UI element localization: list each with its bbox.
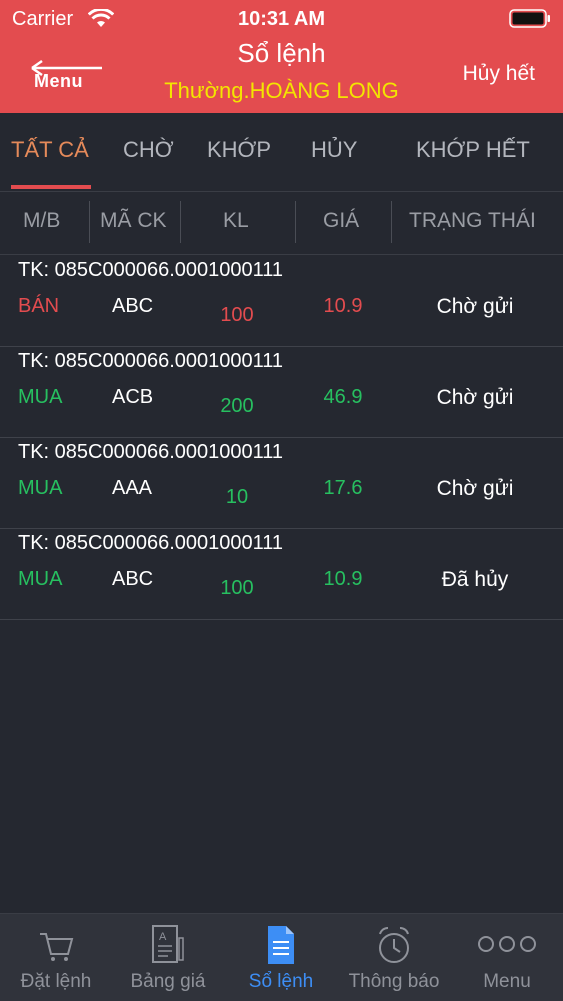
order-account: TK: 085C000066.0001000111 xyxy=(18,259,284,281)
order-row[interactable]: TK: 085C000066.0001000111 MUA AAA 10 17.… xyxy=(0,437,563,529)
filter-tabs: TẤT CẢ CHỜ KHỚP HỦY KHỚP HẾT xyxy=(0,113,563,192)
svg-text:A: A xyxy=(159,931,167,943)
cart-icon xyxy=(40,933,74,961)
tab-fully-matched[interactable]: KHỚP HẾT xyxy=(416,137,530,163)
column-symbol: MÃ CK xyxy=(100,209,167,232)
column-header: M/B MÃ CK KL GIÁ TRẠNG THÁI xyxy=(0,192,563,255)
order-book-icon xyxy=(268,926,294,964)
order-price: 17.6 xyxy=(323,477,363,499)
order-price: 10.9 xyxy=(323,568,363,590)
tabbar-label: Đặt lệnh xyxy=(20,971,92,992)
order-status: Chờ gửi xyxy=(436,386,514,409)
active-tab-indicator xyxy=(11,185,91,189)
column-side: M/B xyxy=(23,209,61,232)
order-side: MUA xyxy=(18,568,63,590)
column-divider xyxy=(391,201,392,243)
column-price: GIÁ xyxy=(323,209,360,232)
tabbar-label: Sổ lệnh xyxy=(248,971,314,992)
bottom-tab-bar: Đặt lệnh A Bảng giá Sổ lệnh Thông báo Me… xyxy=(0,913,563,1001)
tabbar-label: Menu xyxy=(483,971,531,992)
order-status: Chờ gửi xyxy=(436,295,514,318)
order-price: 10.9 xyxy=(323,295,363,317)
order-row[interactable]: TK: 085C000066.0001000111 MUA ACB 200 46… xyxy=(0,346,563,438)
column-quantity: KL xyxy=(223,209,249,232)
tabbar-label: Bảng giá xyxy=(130,971,206,992)
tabbar-place-order[interactable]: Đặt lệnh xyxy=(0,914,112,1001)
order-quantity: 10 xyxy=(225,486,249,508)
tabbar-notifications[interactable]: Thông báo xyxy=(338,914,450,1001)
column-status: TRẠNG THÁI xyxy=(409,209,536,232)
tab-all[interactable]: TẤT CẢ xyxy=(11,137,89,163)
order-status: Đã hủy xyxy=(441,568,509,591)
column-divider xyxy=(89,201,90,243)
order-quantity: 100 xyxy=(220,304,254,326)
tab-matched[interactable]: KHỚP xyxy=(207,137,271,163)
order-account: TK: 085C000066.0001000111 xyxy=(18,350,284,372)
order-row[interactable]: TK: 085C000066.0001000111 MUA ABC 100 10… xyxy=(0,528,563,620)
tab-cancelled[interactable]: HỦY xyxy=(311,137,357,163)
column-divider xyxy=(295,201,296,243)
clock: 10:31 AM xyxy=(237,8,326,30)
order-account: TK: 085C000066.0001000111 xyxy=(18,441,284,463)
more-dots-icon xyxy=(478,936,536,952)
order-quantity: 100 xyxy=(220,577,254,599)
order-row[interactable]: TK: 085C000066.0001000111 BÁN ABC 100 10… xyxy=(0,255,563,347)
tabbar-label: Thông báo xyxy=(348,971,440,992)
order-status: Chờ gửi xyxy=(436,477,514,500)
alarm-clock-icon xyxy=(379,927,409,963)
tabbar-menu[interactable]: Menu xyxy=(451,914,563,1001)
order-quantity: 200 xyxy=(220,395,254,417)
price-board-icon: A xyxy=(152,925,184,963)
header: Carrier 10:31 AM Menu Sổ lệnh Thường.HOÀ… xyxy=(0,0,563,113)
order-price: 46.9 xyxy=(323,386,363,408)
order-symbol: ABC xyxy=(112,568,154,590)
cancel-all-button[interactable]: Hủy hết xyxy=(463,62,535,86)
order-side: MUA xyxy=(18,477,63,499)
column-divider xyxy=(180,201,181,243)
order-account: TK: 085C000066.0001000111 xyxy=(18,532,284,554)
order-symbol: ABC xyxy=(112,295,154,317)
tabbar-price-board[interactable]: A Bảng giá xyxy=(112,914,224,1001)
order-symbol: AAA xyxy=(112,477,153,499)
order-symbol: ACB xyxy=(112,386,154,408)
order-side: MUA xyxy=(18,386,63,408)
tab-pending[interactable]: CHỜ xyxy=(123,137,174,163)
status-bar: Carrier 10:31 AM xyxy=(0,0,563,38)
order-side: BÁN xyxy=(18,295,60,317)
battery-icon xyxy=(509,9,550,28)
tabbar-order-book[interactable]: Sổ lệnh xyxy=(225,914,337,1001)
